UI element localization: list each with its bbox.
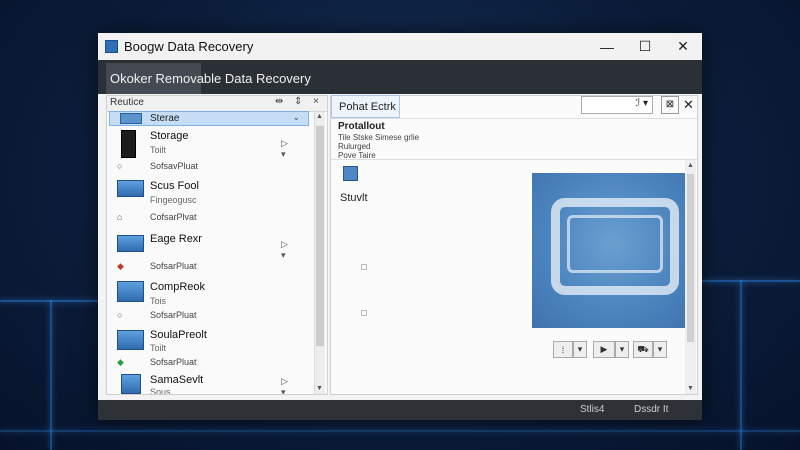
- laptop-icon: [117, 281, 144, 302]
- scroll-thumb[interactable]: [316, 126, 324, 346]
- scroll-thumb[interactable]: [687, 174, 694, 342]
- filter-button[interactable]: ⊠: [661, 96, 679, 114]
- item-actions[interactable]: ▷ ▾: [281, 376, 312, 394]
- status-icon: ⌂: [117, 212, 123, 222]
- drive-icon: [117, 235, 144, 252]
- preview-inner-shape: [567, 215, 663, 273]
- device-subtitle: Tois: [150, 296, 167, 306]
- search-input[interactable]: ℐ ▾: [581, 96, 653, 114]
- status-text: Stlis4: [580, 404, 605, 415]
- left-scrollbar[interactable]: ▲ ▼: [314, 112, 325, 394]
- drive-icon: [120, 113, 142, 124]
- device-name: SamaSevlt: [150, 374, 204, 386]
- item-actions[interactable]: ▷ ▾: [281, 239, 312, 261]
- divider: [331, 118, 697, 119]
- play-button[interactable]: ▶: [593, 341, 615, 358]
- file-image-icon: [343, 166, 358, 181]
- tab-preview[interactable]: Pohat Ectrk: [331, 95, 400, 118]
- status-text: Dssdr It: [634, 404, 669, 415]
- bullet-marker: [361, 310, 367, 316]
- selected-device-row[interactable]: Sterae ⌄: [109, 111, 309, 126]
- properties-title: Protallout: [338, 121, 385, 132]
- minimize-button[interactable]: —: [588, 33, 626, 60]
- list-item[interactable]: CompReok Tois ○ SofsarPluat: [107, 279, 312, 329]
- divider: [331, 159, 697, 160]
- list-item[interactable]: SamaSevlt Sous ▷ ▾: [107, 372, 312, 395]
- list-item[interactable]: SoulaPreolt Toilt ◆ SofsarPluat: [107, 327, 312, 377]
- scroll-up-icon[interactable]: ▲: [316, 113, 323, 120]
- device-status: SofsarPluat: [150, 261, 197, 271]
- preview-label: Stuvlt: [340, 192, 368, 204]
- status-icon: ○: [117, 310, 123, 320]
- bg-circuit-line: [702, 280, 800, 282]
- playback-controls: ⁞ ▾: [553, 341, 587, 358]
- status-icon: ○: [117, 161, 123, 171]
- scroll-up-icon[interactable]: ▲: [687, 162, 694, 169]
- panel-header: Reutice ⇹ ⇕ ×: [107, 96, 327, 112]
- chevron-down-icon[interactable]: ⌄: [292, 112, 300, 123]
- tab-preview-label: Pohat Ectrk: [339, 101, 396, 113]
- drive-icon: [121, 374, 141, 394]
- property-line: Rulurged: [338, 142, 371, 151]
- close-panel-button[interactable]: ✕: [683, 97, 694, 113]
- device-subtitle: Toilt: [150, 145, 167, 155]
- device-name: SoulaPreolt: [150, 329, 207, 341]
- tab-bar: Okoker Removable Data Recovery: [98, 60, 702, 94]
- app-window: Boogw Data Recovery — ☐ ✕ Okoker Removab…: [98, 33, 702, 420]
- frames-dropdown[interactable]: ▾: [573, 341, 587, 358]
- title-bar: Boogw Data Recovery — ☐ ✕: [98, 33, 702, 60]
- list-item[interactable]: Scus Fool Fingeogusc ⌂ CofsarPlvat: [107, 178, 312, 228]
- device-status: SofsavPluat: [150, 161, 199, 171]
- device-subtitle: Fingeogusc: [150, 195, 197, 205]
- bg-circuit-line: [0, 430, 800, 432]
- bullet-marker: [361, 264, 367, 270]
- panel-tools[interactable]: ⇹ ⇕ ×: [275, 96, 323, 107]
- bg-circuit-line: [0, 300, 98, 302]
- status-icon: ◆: [117, 261, 124, 271]
- device-subtitle: Sous: [150, 387, 171, 395]
- export-dropdown[interactable]: ▾: [653, 341, 667, 358]
- device-list-panel: Reutice ⇹ ⇕ × Sterae ⌄ Storage Toilt ○ S…: [106, 95, 328, 395]
- play-dropdown[interactable]: ▾: [615, 341, 629, 358]
- tab-label: Okoker Removable Data Recovery: [110, 71, 311, 86]
- search-icon[interactable]: ℐ ▾: [636, 98, 649, 109]
- device-status: CofsarPlvat: [150, 212, 197, 222]
- device-name: Eage Rexr: [150, 233, 202, 245]
- selected-device-label: Sterae: [150, 113, 180, 124]
- scroll-down-icon[interactable]: ▼: [687, 385, 694, 392]
- phone-device-icon: [121, 130, 136, 158]
- device-status: SofsarPluat: [150, 357, 197, 367]
- maximize-button[interactable]: ☐: [626, 33, 664, 60]
- bg-circuit-line: [740, 280, 742, 450]
- playback-controls: ▶ ▾: [593, 341, 629, 358]
- monitor-icon: [117, 330, 144, 350]
- export-button[interactable]: ⛟: [633, 341, 653, 358]
- status-icon: ◆: [117, 357, 124, 367]
- right-scrollbar[interactable]: ▲ ▼: [685, 160, 696, 394]
- window-title: Boogw Data Recovery: [124, 39, 254, 54]
- drive-icon: [117, 180, 144, 197]
- device-status: SofsarPluat: [150, 310, 197, 320]
- playback-controls: ⛟ ▾: [633, 341, 667, 358]
- preview-image: [532, 173, 693, 328]
- scroll-down-icon[interactable]: ▼: [316, 385, 323, 392]
- list-item[interactable]: Storage Toilt ○ SofsavPluat ▷ ▾: [107, 128, 312, 178]
- property-line: Tile Stske Simese grlie: [338, 133, 420, 142]
- device-name: Scus Fool: [150, 180, 199, 192]
- app-logo-icon: [105, 40, 118, 53]
- frames-button[interactable]: ⁞: [553, 341, 573, 358]
- panel-title: Reutice: [110, 97, 144, 108]
- bg-circuit-line: [50, 300, 52, 450]
- status-bar: Stlis4 Dssdr It: [98, 400, 702, 420]
- device-name: CompReok: [150, 281, 206, 293]
- device-name: Storage: [150, 130, 189, 142]
- device-subtitle: Toilt: [150, 343, 167, 353]
- close-button[interactable]: ✕: [664, 33, 702, 60]
- list-item[interactable]: Eage Rexr ◆ SofsarPluat ▷ ▾: [107, 229, 312, 279]
- item-actions[interactable]: ▷ ▾: [281, 138, 312, 160]
- preview-panel: Pohat Ectrk ℐ ▾ ⊠ ✕ Protallout Tile Stsk…: [330, 95, 698, 395]
